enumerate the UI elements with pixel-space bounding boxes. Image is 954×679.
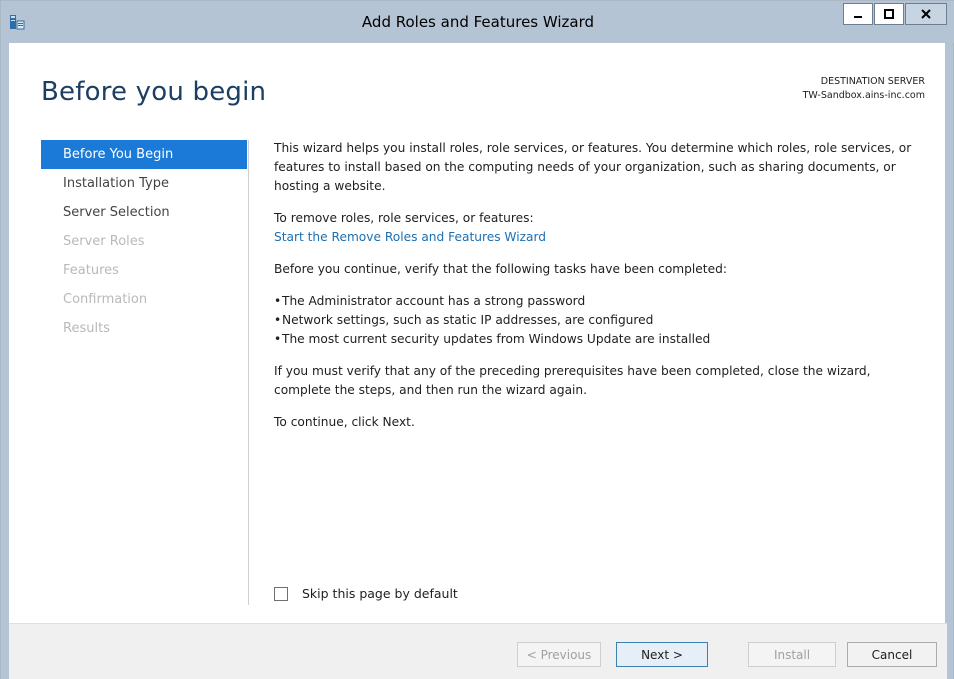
remove-wizard-link[interactable]: Start the Remove Roles and Features Wiza… xyxy=(274,230,546,244)
nav-item-installation-type[interactable]: Installation Type xyxy=(41,169,247,198)
prereq-note: If you must verify that any of the prece… xyxy=(274,364,871,397)
maximize-button[interactable] xyxy=(874,3,904,25)
nav-item-server-selection[interactable]: Server Selection xyxy=(41,198,247,227)
wizard-step-nav: Before You Begin Installation Type Serve… xyxy=(41,140,247,343)
close-button[interactable] xyxy=(905,3,947,25)
next-button[interactable]: Next > xyxy=(616,642,708,667)
list-item: • Network settings, such as static IP add… xyxy=(274,313,654,327)
nav-item-before-you-begin[interactable]: Before You Begin xyxy=(41,140,247,169)
wizard-window: Add Roles and Features Wizard Before you… xyxy=(0,0,954,679)
verify-intro: Before you continue, verify that the fol… xyxy=(274,262,727,276)
nav-item-results: Results xyxy=(63,321,110,336)
prerequisite-list: • The Administrator account has a strong … xyxy=(274,292,928,349)
continue-note: To continue, click Next. xyxy=(274,415,415,429)
intro-text: This wizard helps you install roles, rol… xyxy=(274,141,912,193)
close-icon xyxy=(920,8,932,20)
window-left-border xyxy=(1,43,9,679)
skip-page-checkbox[interactable] xyxy=(274,586,288,601)
nav-item-server-roles: Server Roles xyxy=(63,234,145,249)
page-title: Before you begin xyxy=(41,77,267,107)
list-item: • The most current security updates from … xyxy=(274,332,711,346)
nav-item-confirmation: Confirmation xyxy=(63,292,148,307)
nav-item-features: Features xyxy=(63,263,119,278)
title-bar[interactable]: Add Roles and Features Wizard xyxy=(1,1,954,43)
skip-page-label: Skip this page by default xyxy=(302,586,458,601)
list-item: • The Administrator account has a strong … xyxy=(274,294,586,308)
nav-divider xyxy=(248,140,249,605)
minimize-icon xyxy=(852,8,864,20)
window-right-border xyxy=(945,43,953,679)
cancel-button[interactable]: Cancel xyxy=(847,642,937,667)
maximize-icon xyxy=(883,8,895,20)
content-pane: This wizard helps you install roles, rol… xyxy=(274,139,928,432)
destination-server-label: DESTINATION SERVER xyxy=(820,76,925,87)
install-button: Install xyxy=(748,642,836,667)
previous-button: < Previous xyxy=(517,642,601,667)
skip-page-option[interactable]: Skip this page by default xyxy=(274,586,458,601)
minimize-button[interactable] xyxy=(843,3,873,25)
remove-heading: To remove roles, role services, or featu… xyxy=(274,211,534,225)
window-title: Add Roles and Features Wizard xyxy=(361,13,595,31)
destination-server-name: TW-Sandbox.ains-inc.com xyxy=(802,90,925,101)
